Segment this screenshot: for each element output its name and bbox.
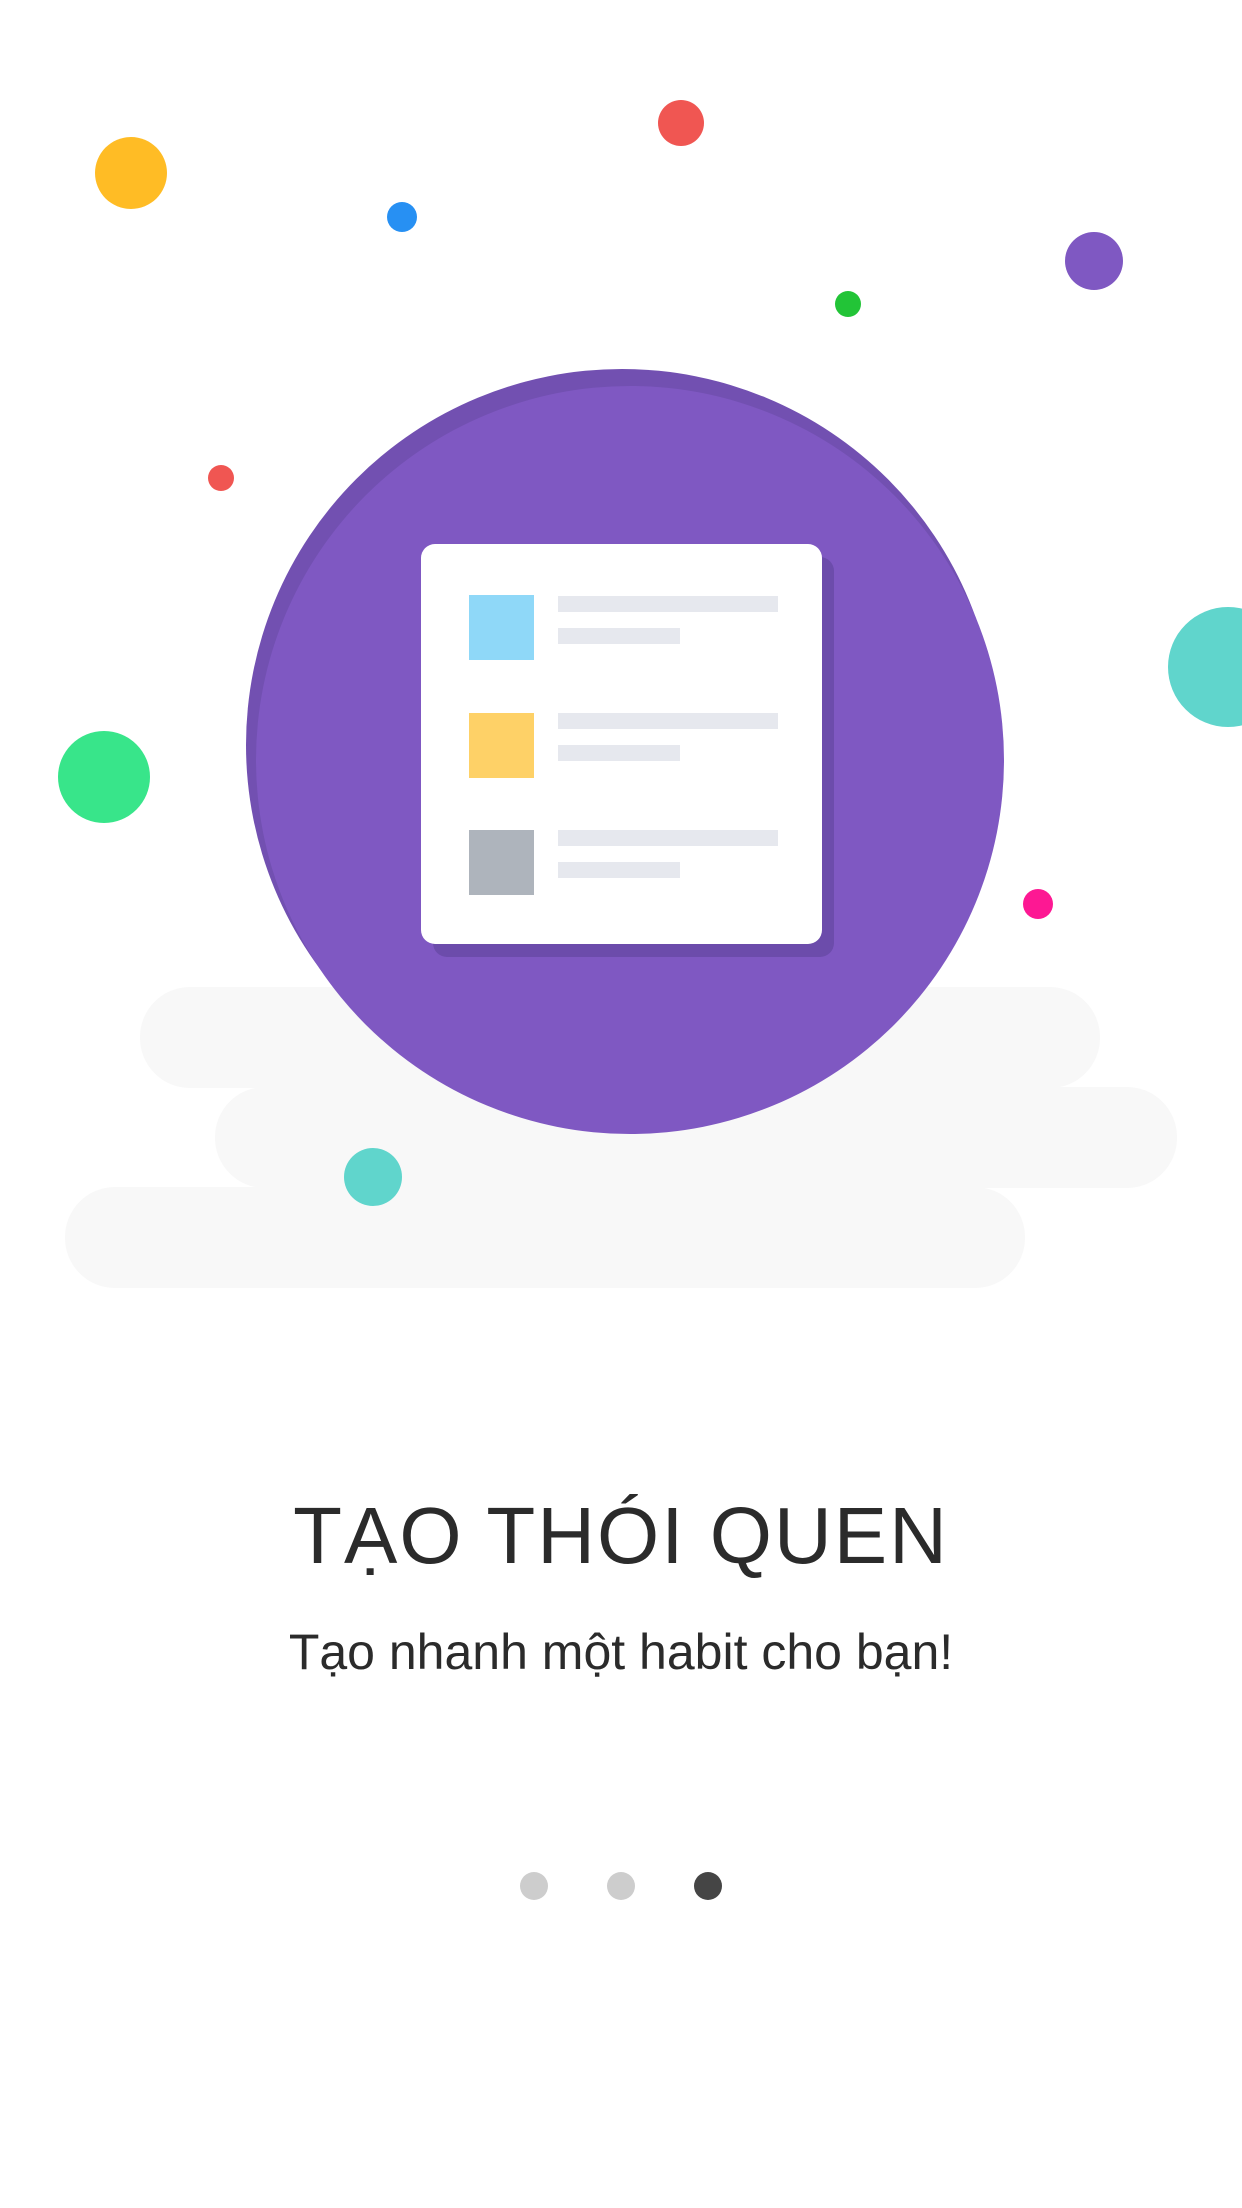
checklist-document-icon [421, 544, 834, 957]
confetti-dot-green [58, 731, 150, 823]
item-square-blue [469, 595, 534, 660]
confetti-dot-yellow [95, 137, 167, 209]
confetti-dot-teal-large [1168, 607, 1242, 727]
onboarding-illustration [58, 100, 1242, 1288]
item-square-gray [469, 830, 534, 895]
page-title: TẠO THÓI QUEN [293, 1491, 949, 1580]
confetti-dot-purple [1065, 232, 1123, 290]
page-subtitle: Tạo nhanh một habit cho bạn! [288, 1624, 954, 1680]
confetti-dot-teal [344, 1148, 402, 1206]
page-dot-1[interactable] [520, 1872, 548, 1900]
page-indicator [0, 1872, 1242, 1902]
item-square-yellow [469, 713, 534, 778]
confetti-dot-blue [387, 202, 417, 232]
confetti-dot-green-small [835, 291, 861, 317]
page-dot-2[interactable] [607, 1872, 635, 1900]
confetti-dot-red [658, 100, 704, 146]
page-dot-3[interactable] [694, 1872, 722, 1900]
confetti-dot-red-small [208, 465, 234, 491]
confetti-dot-pink [1023, 889, 1053, 919]
